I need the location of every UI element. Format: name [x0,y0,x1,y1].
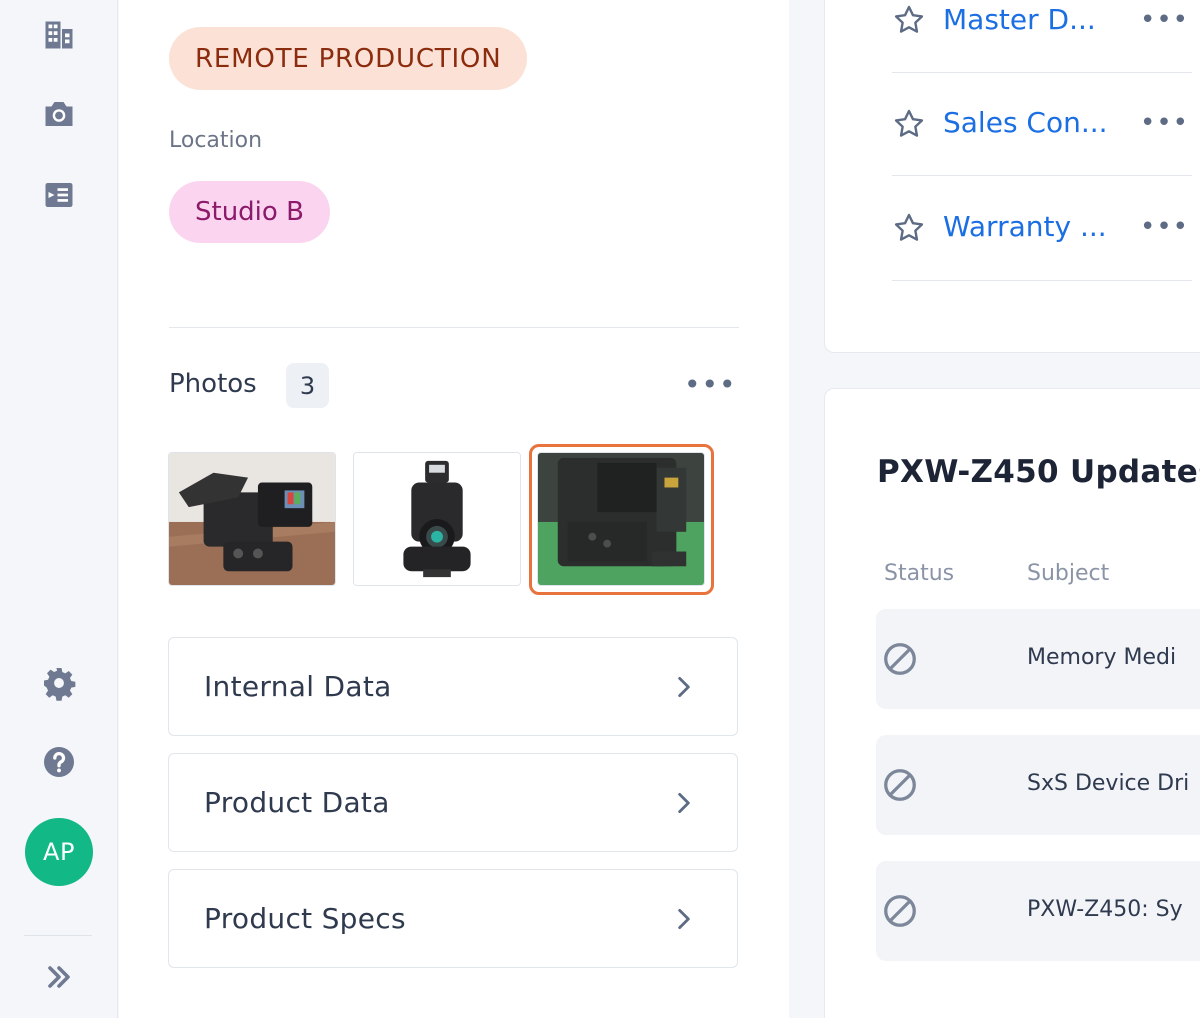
document-row[interactable]: Sales Con... ••• [892,104,1192,208]
photo-thumbnail-1[interactable] [168,452,336,586]
row-subject: Memory Medi [1027,645,1177,670]
accordion-label: Product Data [204,786,390,819]
blocked-icon [884,643,916,675]
chevron-right-icon [678,792,690,814]
photos-title: Photos [169,369,257,399]
column-header-status[interactable]: Status [884,561,954,586]
divider [892,280,1192,281]
location-badge[interactable]: Studio B [169,181,330,243]
blocked-icon [884,895,916,927]
document-name-link[interactable]: Master D... [943,3,1096,36]
expand-icon[interactable] [40,958,78,996]
help-icon[interactable] [40,743,78,781]
updates-title: PXW-Z450 Updates [877,454,1200,490]
tag-badge[interactable]: REMOTE PRODUCTION [169,27,528,90]
row-subject: PXW-Z450: Sy [1027,897,1183,922]
accordion-product-specs[interactable]: Product Specs [168,869,738,968]
photo-thumbnail-2[interactable] [353,452,521,586]
star-icon[interactable] [892,107,926,141]
document-name-link[interactable]: Sales Con... [943,106,1108,139]
photos-more-button[interactable]: ••• [684,368,737,401]
accordion-label: Product Specs [204,902,406,935]
accordion-label: Internal Data [204,670,392,703]
document-more-button[interactable]: ••• [1140,108,1189,138]
divider [892,175,1192,176]
document-row[interactable]: Warranty ... ••• [892,209,1192,313]
import-icon[interactable] [40,176,78,214]
chevron-right-icon [678,908,690,930]
table-row[interactable]: SxS Device Dri [876,735,1200,835]
blocked-icon [884,769,916,801]
star-icon[interactable] [892,211,926,245]
accordion-internal-data[interactable]: Internal Data [168,637,738,736]
rail-divider [24,935,92,936]
location-label: Location [169,128,263,153]
divider [169,327,739,328]
document-more-button[interactable]: ••• [1140,5,1189,35]
photos-count-badge: 3 [286,363,329,408]
chevron-right-icon [678,676,690,698]
updates-card: PXW-Z450 Updates Status Subject Memory M… [824,388,1200,1018]
building-icon[interactable] [40,16,78,54]
document-name-link[interactable]: Warranty ... [943,210,1107,243]
left-rail: AP [0,0,118,1018]
gear-icon[interactable] [40,664,78,702]
divider [892,72,1192,73]
asset-details-panel: REMOTE PRODUCTION Location Studio B Phot… [119,0,789,1018]
row-subject: SxS Device Dri [1027,771,1190,796]
camera-icon[interactable] [40,95,78,133]
table-row[interactable]: PXW-Z450: Sy [876,861,1200,961]
table-row[interactable]: Memory Medi [876,609,1200,709]
accordion-product-data[interactable]: Product Data [168,753,738,852]
document-row[interactable]: Master D... ••• [892,0,1192,104]
star-icon[interactable] [892,3,926,37]
document-more-button[interactable]: ••• [1140,212,1189,242]
selected-photo-outline [529,444,714,595]
avatar[interactable]: AP [25,818,93,886]
column-header-subject[interactable]: Subject [1027,561,1109,586]
